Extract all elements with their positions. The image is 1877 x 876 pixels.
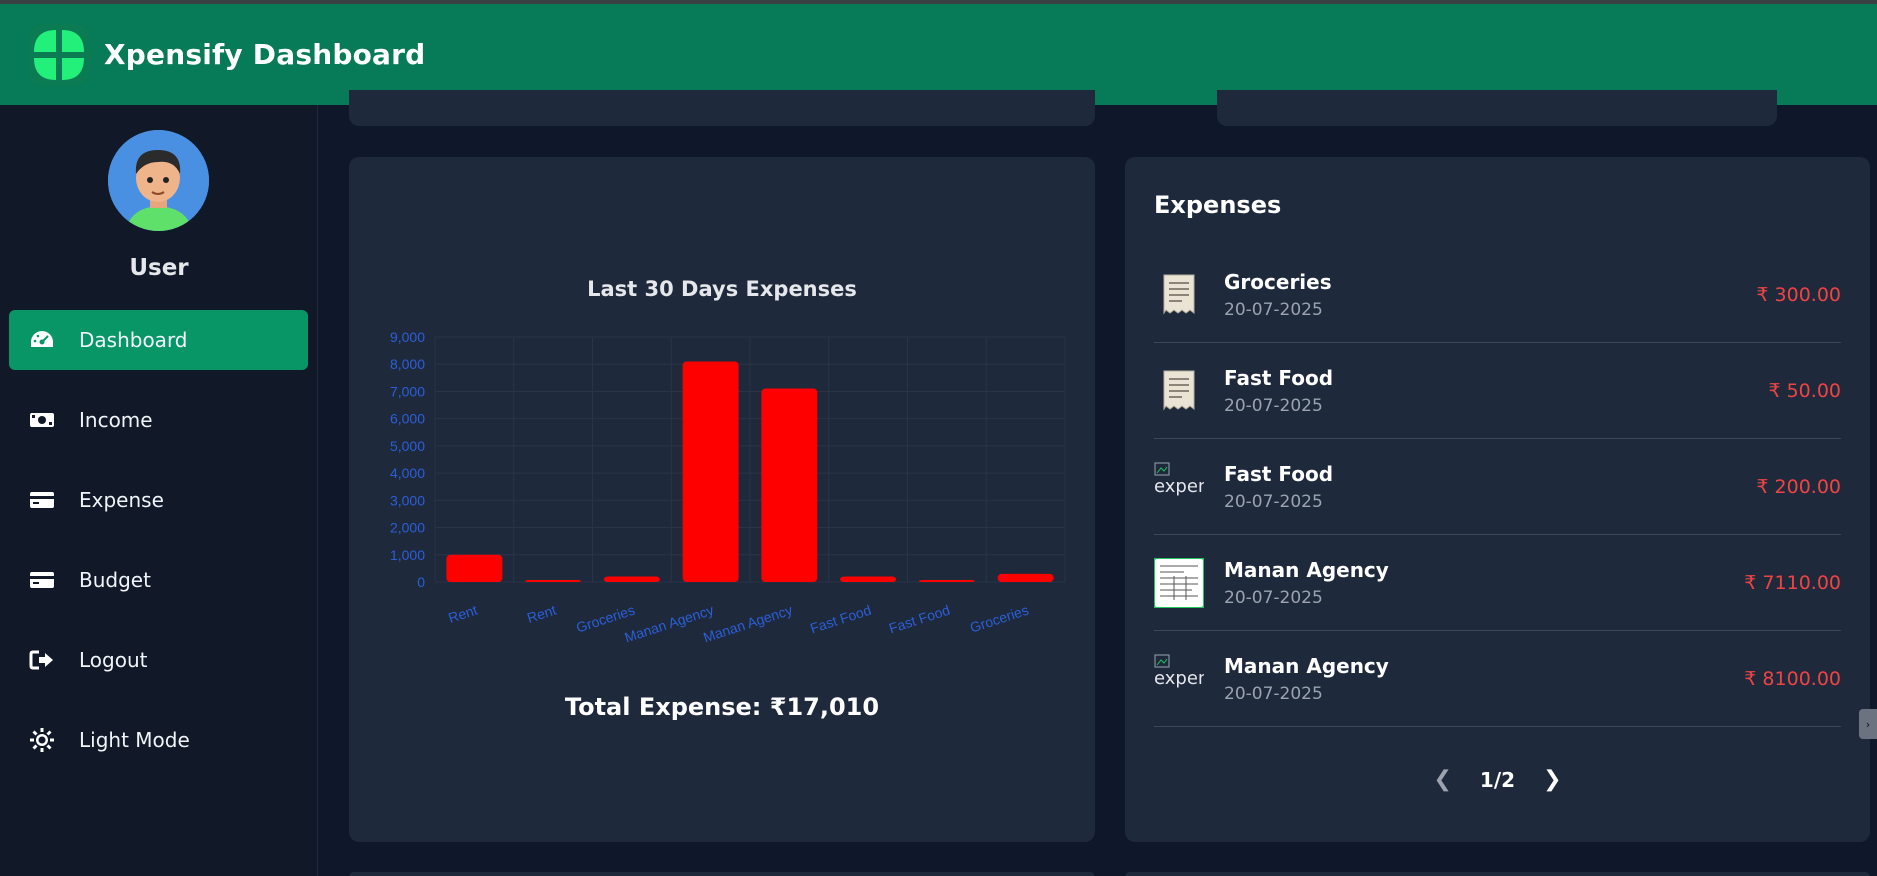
expense-amount: ₹ 50.00	[1768, 379, 1841, 402]
receipt-icon	[1154, 270, 1204, 320]
expense-name: Manan Agency	[1224, 557, 1389, 582]
chart-bar[interactable]	[682, 361, 739, 583]
y-tick-label: 0	[417, 574, 425, 590]
chart-bar[interactable]	[603, 576, 660, 582]
expenses-card: Expenses Groceries 20-07-2025 ₹ 300.00 F…	[1125, 157, 1870, 842]
chart-bar[interactable]	[997, 573, 1054, 582]
avatar[interactable]	[108, 130, 209, 231]
sidebar: User Dashboard Income Expense Budget Log…	[0, 105, 318, 876]
broken-image-icon: expen	[1154, 654, 1204, 704]
credit-card-icon	[29, 567, 55, 593]
card-partial	[349, 872, 1095, 876]
pagination: ❮ 1/2 ❯	[1125, 767, 1870, 792]
sidebar-item-logout[interactable]: Logout	[9, 630, 308, 690]
list-item[interactable]: expen Manan Agency 20-07-2025 ₹ 8100.00	[1154, 631, 1841, 727]
sidebar-item-dashboard[interactable]: Dashboard	[9, 310, 308, 370]
app-title: Xpensify Dashboard	[104, 38, 426, 71]
list-item[interactable]: Fast Food 20-07-2025 ₹ 50.00	[1154, 343, 1841, 439]
y-tick-label: 4,000	[390, 465, 425, 481]
image-alt-text: expen	[1154, 667, 1204, 689]
money-icon	[29, 407, 55, 433]
y-tick-label: 3,000	[390, 492, 425, 508]
sidebar-item-income[interactable]: Income	[9, 390, 308, 450]
expense-date: 20-07-2025	[1224, 491, 1323, 512]
sidebar-item-label: Dashboard	[79, 328, 188, 352]
y-tick-label: 8,000	[390, 356, 425, 372]
x-tick-label: Manan Agency	[701, 602, 794, 646]
y-tick-label: 2,000	[390, 520, 425, 536]
dashboard-icon	[29, 327, 55, 353]
expense-amount: ₹ 200.00	[1756, 475, 1841, 498]
expenses-title: Expenses	[1154, 191, 1282, 219]
bar-chart: 0 1,000 2,000 3,000 4,000 5,000 6,000 7,000 8,00…	[390, 329, 1066, 646]
x-tick-label: Rent	[525, 602, 558, 626]
chart-bar[interactable]	[840, 576, 897, 582]
y-tick-label: 1,000	[390, 547, 425, 563]
receipt-icon	[1154, 366, 1204, 416]
chart-bar[interactable]	[918, 580, 975, 582]
summary-card-partial	[1217, 90, 1777, 126]
credit-card-icon	[29, 487, 55, 513]
expenses-list: Groceries 20-07-2025 ₹ 300.00 Fast Food …	[1154, 247, 1841, 727]
expense-name: Fast Food	[1224, 365, 1334, 390]
x-tick-label: Rent	[446, 602, 479, 626]
sun-icon	[29, 727, 55, 753]
broken-image-icon: expen	[1154, 462, 1204, 512]
x-tick-label: Manan Agency	[623, 602, 716, 646]
sidebar-item-label: Logout	[79, 648, 148, 672]
sidebar-item-label: Budget	[79, 568, 151, 592]
expense-amount: ₹ 8100.00	[1744, 667, 1841, 690]
y-tick-label: 9,000	[390, 329, 425, 345]
side-panel-toggle-icon[interactable]: ›	[1859, 709, 1877, 739]
chart-bar[interactable]	[446, 554, 503, 582]
sidebar-item-label: Income	[79, 408, 153, 432]
y-tick-label: 6,000	[390, 411, 425, 427]
page-indicator: 1/2	[1479, 767, 1516, 792]
chart-title: Last 30 Days Expenses	[587, 277, 857, 301]
x-tick-label: Groceries	[968, 602, 1031, 636]
expense-date: 20-07-2025	[1224, 683, 1323, 704]
logout-icon	[29, 647, 55, 673]
image-alt-text: expen	[1154, 475, 1204, 497]
username: User	[129, 255, 189, 281]
summary-card-partial	[349, 90, 1095, 126]
expense-date: 20-07-2025	[1224, 395, 1323, 416]
y-tick-label: 7,000	[390, 383, 425, 399]
chevron-left-icon[interactable]: ❮	[1433, 767, 1451, 792]
expense-name: Fast Food	[1224, 461, 1334, 486]
total-expense: Total Expense: ₹17,010	[564, 693, 880, 721]
expense-name: Manan Agency	[1224, 653, 1389, 678]
chart-bar[interactable]	[761, 388, 818, 582]
chart-bar[interactable]	[525, 580, 582, 582]
list-item[interactable]: Groceries 20-07-2025 ₹ 300.00	[1154, 247, 1841, 343]
expense-date: 20-07-2025	[1224, 299, 1323, 320]
expense-name: Groceries	[1224, 269, 1332, 294]
sidebar-item-label: Expense	[79, 488, 164, 512]
expense-amount: ₹ 300.00	[1756, 283, 1841, 306]
chevron-right-icon[interactable]: ❯	[1543, 767, 1561, 792]
y-tick-label: 5,000	[390, 438, 425, 454]
invoice-image	[1154, 557, 1204, 608]
sidebar-item-label: Light Mode	[79, 728, 190, 752]
expense-date: 20-07-2025	[1224, 587, 1323, 608]
list-item[interactable]: Manan Agency 20-07-2025 ₹ 7110.00	[1154, 535, 1841, 631]
expense-amount: ₹ 7110.00	[1744, 571, 1841, 594]
sidebar-item-expense[interactable]: Expense	[9, 470, 308, 530]
expense-chart-card: Last 30 Days Expenses 0 1,000 2,000 3,000 4,…	[349, 157, 1095, 842]
sidebar-item-budget[interactable]: Budget	[9, 550, 308, 610]
x-tick-label: Fast Food	[887, 602, 952, 637]
card-partial	[1125, 872, 1870, 876]
app-logo-icon	[28, 23, 90, 86]
list-item[interactable]: expen Fast Food 20-07-2025 ₹ 200.00	[1154, 439, 1841, 535]
sidebar-item-light-mode[interactable]: Light Mode	[9, 710, 308, 770]
x-tick-label: Fast Food	[808, 602, 873, 637]
